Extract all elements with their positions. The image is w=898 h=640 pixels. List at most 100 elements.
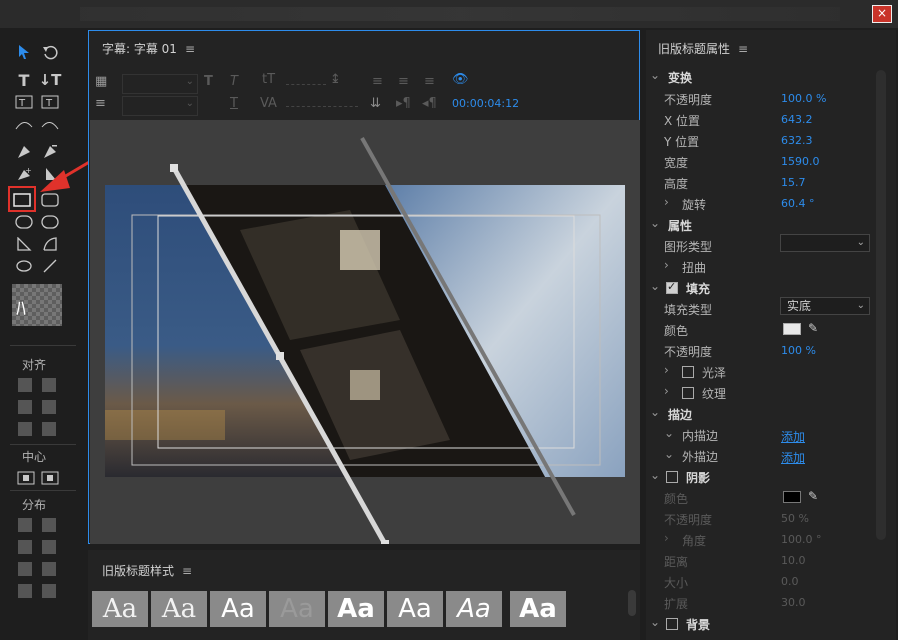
tsume-icon[interactable]: ▸¶ [396, 96, 411, 111]
align-right-text-icon[interactable]: ≡ [424, 74, 435, 89]
timecode[interactable]: 00:00:04:12 [452, 97, 519, 110]
rotation-tool-icon[interactable] [38, 42, 62, 62]
close-button[interactable]: × [872, 5, 892, 23]
panel-menu-icon[interactable]: ≡ [185, 42, 195, 56]
roll-crawl-options-icon[interactable]: ▦ [95, 74, 107, 89]
style-swatch[interactable]: Aa [92, 591, 148, 627]
width-value[interactable]: 1590.0 [781, 155, 820, 168]
panel-menu-icon[interactable]: ≡ [738, 42, 748, 56]
style-swatch[interactable]: Aa [269, 591, 325, 627]
baseline-icon[interactable]: ⇊ [370, 96, 381, 111]
inner-stroke-add-link[interactable]: 添加 [781, 428, 805, 445]
distribute-hspace-icon[interactable] [18, 584, 32, 598]
panel-menu-icon[interactable]: ≡ [182, 564, 192, 578]
align-top-icon[interactable] [42, 378, 56, 392]
shadow-checkbox[interactable] [666, 471, 678, 483]
rotation-value[interactable]: 60.4 ° [781, 197, 815, 210]
chevron-down-icon[interactable]: ⌄ [664, 426, 674, 440]
font-family-select[interactable]: ⌄ [122, 74, 198, 94]
type-tool-icon[interactable]: T [12, 70, 36, 90]
style-swatch[interactable]: Aa [328, 591, 384, 627]
font-size-field[interactable] [286, 84, 326, 85]
center-horizontal-icon[interactable] [14, 468, 38, 488]
underline-icon[interactable]: T [230, 96, 238, 111]
chevron-right-icon[interactable]: › [664, 195, 669, 209]
line-tool-icon[interactable] [38, 256, 62, 276]
transform-section[interactable]: ⌄ 变换 [648, 67, 878, 87]
align-left-text-icon[interactable]: ≡ [372, 74, 383, 89]
rounded-corner-rectangle-tool-icon[interactable] [38, 212, 62, 232]
title-styles-tab[interactable]: 旧版标题样式 ≡ [102, 562, 192, 579]
distribute-right-icon[interactable] [18, 562, 32, 576]
align-center-text-icon[interactable]: ≡ [398, 74, 409, 89]
distribute-bottom-icon[interactable] [42, 562, 56, 576]
align-right-icon[interactable] [18, 422, 32, 436]
stroke-section[interactable]: ⌄ 描边 [648, 404, 878, 424]
show-background-video-icon[interactable]: 👁 [452, 72, 469, 87]
style-swatch[interactable]: Aa [151, 591, 207, 627]
sheen-checkbox[interactable] [682, 366, 694, 378]
chevron-right-icon[interactable]: › [664, 258, 669, 272]
align-left-icon[interactable] [18, 378, 32, 392]
fill-color-swatch[interactable] [783, 323, 801, 335]
align-vertical-center-icon[interactable] [42, 400, 56, 414]
distribute-vcenter-icon[interactable] [42, 540, 56, 554]
shadow-size-value[interactable]: 0.0 [781, 575, 799, 588]
area-type-tool-icon[interactable]: T [12, 92, 36, 112]
chevron-down-icon[interactable]: ⌄ [664, 447, 674, 461]
attributes-section[interactable]: ⌄ 属性 [648, 215, 878, 235]
clipped-rectangle-tool-icon[interactable] [12, 212, 36, 232]
background-section[interactable]: ⌄ 背景 [648, 614, 878, 634]
chevron-right-icon[interactable]: › [664, 384, 669, 398]
style-swatch[interactable]: Aa [210, 591, 266, 627]
center-vertical-icon[interactable] [38, 468, 62, 488]
vertical-area-type-tool-icon[interactable]: T [38, 92, 62, 112]
shadow-angle-value[interactable]: 100.0 ° [781, 533, 822, 546]
distribute-top-icon[interactable] [42, 518, 56, 532]
fill-opacity-value[interactable]: 100 % [781, 344, 816, 357]
style-swatch[interactable]: Aa [446, 591, 502, 627]
fill-section[interactable]: ⌄ 填充 [648, 278, 878, 298]
opacity-value[interactable]: 100.0 % [781, 92, 826, 105]
font-size-icon[interactable]: tT [262, 72, 275, 87]
title-panel-tab[interactable]: 字幕: 字幕 01 ≡ [102, 40, 195, 57]
height-value[interactable]: 15.7 [781, 176, 806, 189]
ellipse-tool-icon[interactable] [12, 256, 36, 276]
fill-checkbox[interactable] [666, 280, 678, 294]
bold-icon[interactable]: T [204, 74, 213, 89]
paragraph-icon[interactable]: ◂¶ [422, 96, 437, 111]
outer-stroke-add-link[interactable]: 添加 [781, 449, 805, 466]
eyedropper-icon[interactable]: ✎ [808, 489, 818, 503]
kerning-icon[interactable]: VA [260, 96, 277, 111]
leading-field[interactable] [328, 106, 358, 107]
chevron-right-icon[interactable]: › [664, 531, 669, 545]
shadow-section[interactable]: ⌄ 阴影 [648, 467, 878, 487]
style-swatch[interactable]: Aa [510, 591, 566, 627]
chevron-right-icon[interactable]: › [664, 363, 669, 377]
x-position-value[interactable]: 643.2 [781, 113, 813, 126]
shadow-color-swatch[interactable] [783, 491, 801, 503]
vertical-type-tool-icon[interactable]: ↓T [38, 70, 62, 90]
arc-tool-icon[interactable] [38, 234, 62, 254]
selection-tool-icon[interactable] [12, 42, 36, 62]
leading-icon[interactable]: ↨ [330, 72, 341, 87]
distribute-hcenter-icon[interactable] [18, 540, 32, 554]
align-bottom-icon[interactable] [42, 422, 56, 436]
tab-stops-icon[interactable]: ≡ [95, 96, 106, 111]
shape-type-select[interactable]: ⌄ [780, 234, 870, 252]
shadow-spread-value[interactable]: 30.0 [781, 596, 806, 609]
background-checkbox[interactable] [666, 618, 678, 630]
styles-scrollbar[interactable] [628, 590, 636, 616]
shadow-distance-value[interactable]: 10.0 [781, 554, 806, 567]
align-horizontal-center-icon[interactable] [18, 400, 32, 414]
distribute-left-icon[interactable] [18, 518, 32, 532]
kerning-field[interactable] [286, 106, 326, 107]
texture-checkbox[interactable] [682, 387, 694, 399]
fill-type-select[interactable]: 实底 ⌄ [780, 297, 870, 315]
shadow-opacity-value[interactable]: 50 % [781, 512, 809, 525]
wedge-tool-icon[interactable] [12, 234, 36, 254]
distribute-vspace-icon[interactable] [42, 584, 56, 598]
y-position-value[interactable]: 632.3 [781, 134, 813, 147]
eyedropper-icon[interactable]: ✎ [808, 321, 818, 335]
font-style-select[interactable]: ⌄ [122, 96, 198, 116]
